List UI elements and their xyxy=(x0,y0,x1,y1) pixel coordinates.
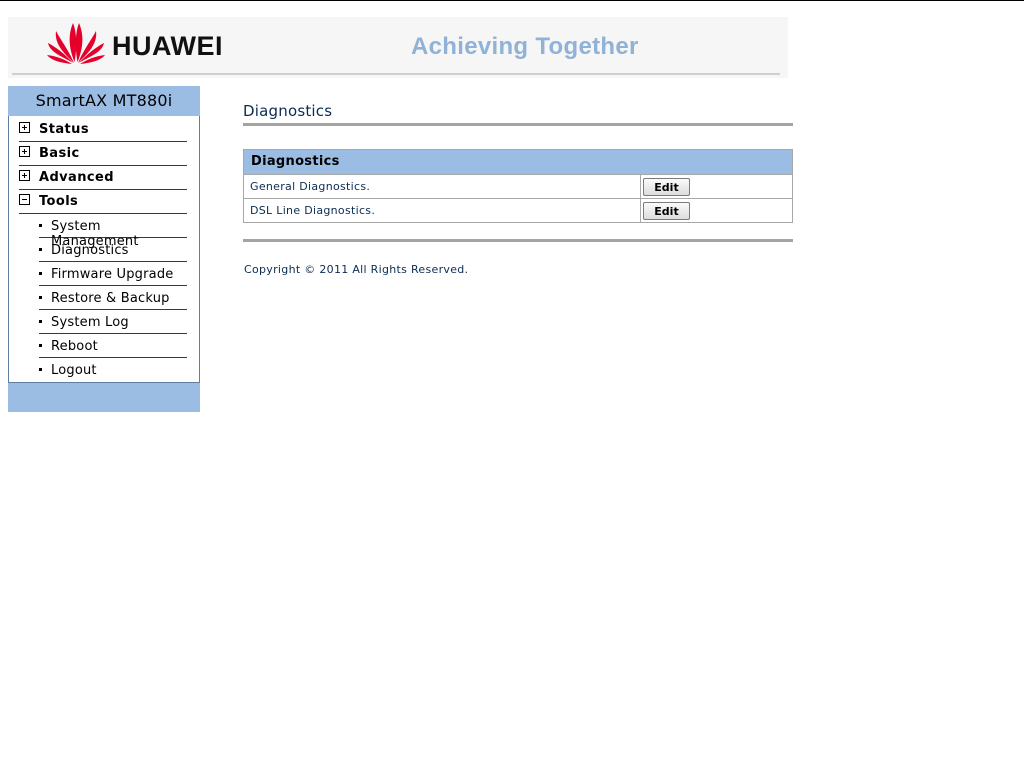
sidebar-item-label: Advanced xyxy=(39,170,114,185)
row-name-dsl-line-diagnostics: DSL Line Diagnostics. xyxy=(244,199,641,222)
row-action-cell: Edit xyxy=(641,199,792,222)
sidebar-item-basic[interactable]: Basic xyxy=(19,142,187,166)
sidebar-subitem-label[interactable]: Reboot xyxy=(51,339,98,354)
huawei-logo-icon xyxy=(47,23,105,64)
sidebar: SmartAX MT880i Status Basic Advanced Too… xyxy=(8,86,200,412)
sidebar-item-label: Basic xyxy=(39,146,80,161)
copyright-text: Copyright © 2011 All Rights Reserved. xyxy=(244,263,469,276)
diagnostics-table: Diagnostics General Diagnostics. Edit DS… xyxy=(243,149,793,223)
plus-box-icon[interactable] xyxy=(19,170,30,181)
bullet-icon xyxy=(39,320,42,323)
row-action-cell: Edit xyxy=(641,175,792,198)
device-model-title: SmartAX MT880i xyxy=(8,86,200,116)
top-border xyxy=(0,0,1024,1)
sidebar-subitem-firmware-upgrade[interactable]: Firmware Upgrade xyxy=(39,262,187,286)
sidebar-menu: Status Basic Advanced Tools System Manag… xyxy=(8,116,200,382)
sidebar-subitem-label[interactable]: Diagnostics xyxy=(51,243,129,258)
brand-name: HUAWEI xyxy=(112,31,223,61)
sidebar-item-advanced[interactable]: Advanced xyxy=(19,166,187,190)
edit-dsl-line-diagnostics-button[interactable]: Edit xyxy=(643,202,690,220)
header-rule xyxy=(12,73,780,75)
bullet-icon xyxy=(39,296,42,299)
bullet-icon xyxy=(39,248,42,251)
slogan: Achieving Together xyxy=(411,33,639,60)
bullet-icon xyxy=(39,344,42,347)
table-header: Diagnostics xyxy=(244,150,792,174)
sidebar-item-tools[interactable]: Tools xyxy=(19,190,187,214)
table-row: General Diagnostics. Edit xyxy=(244,174,792,198)
sidebar-item-label: Status xyxy=(39,122,89,137)
minus-box-icon[interactable] xyxy=(19,194,30,205)
row-name-general-diagnostics: General Diagnostics. xyxy=(244,175,641,198)
sidebar-subitem-logout[interactable]: Logout xyxy=(39,358,187,382)
sidebar-footer xyxy=(8,382,200,412)
edit-general-diagnostics-button[interactable]: Edit xyxy=(643,178,690,196)
header-banner: HUAWEI Achieving Together xyxy=(8,17,788,78)
sidebar-item-label: Tools xyxy=(39,194,79,209)
sidebar-subitem-system-management[interactable]: System Management xyxy=(39,214,187,249)
sidebar-subitem-label[interactable]: Logout xyxy=(51,363,97,378)
plus-box-icon[interactable] xyxy=(19,122,30,133)
table-row: DSL Line Diagnostics. Edit xyxy=(244,198,792,222)
sidebar-item-status[interactable]: Status xyxy=(19,118,187,142)
sidebar-subitem-label[interactable]: Restore & Backup xyxy=(51,291,170,306)
sidebar-subitem-label[interactable]: System Log xyxy=(51,315,129,330)
title-divider xyxy=(243,123,793,126)
page-title: Diagnostics xyxy=(243,102,333,120)
sidebar-subitem-system-log[interactable]: System Log xyxy=(39,310,187,334)
bullet-icon xyxy=(39,224,42,227)
sidebar-subitem-label[interactable]: Firmware Upgrade xyxy=(51,267,174,282)
bullet-icon xyxy=(39,272,42,275)
plus-box-icon[interactable] xyxy=(19,146,30,157)
bottom-divider xyxy=(243,239,793,242)
bullet-icon xyxy=(39,368,42,371)
sidebar-subitem-reboot[interactable]: Reboot xyxy=(39,334,187,358)
sidebar-subitem-restore-backup[interactable]: Restore & Backup xyxy=(39,286,187,310)
sidebar-subitem-diagnostics[interactable]: Diagnostics xyxy=(39,238,187,262)
